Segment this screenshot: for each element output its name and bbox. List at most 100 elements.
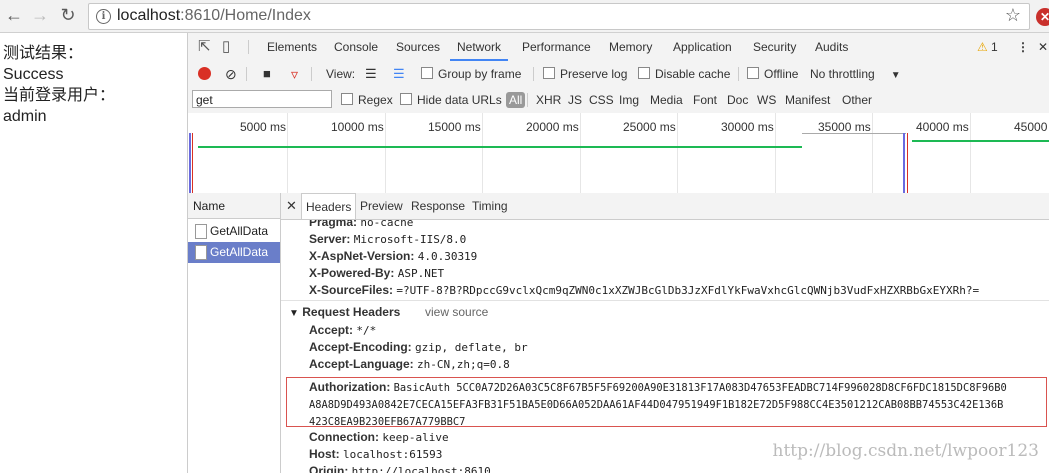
tab-network[interactable]: Network [450, 33, 509, 61]
type-filter-manifest[interactable]: Manifest [785, 87, 830, 113]
warning-icon[interactable]: ⚠ [977, 33, 988, 61]
reload-icon[interactable]: ↻ [57, 4, 79, 26]
waterfall-icon[interactable]: ☰ [393, 61, 405, 87]
type-filter-font[interactable]: Font [693, 87, 717, 113]
tab-console[interactable]: Console [334, 33, 378, 61]
close-devtools-icon[interactable]: ✕ [1038, 33, 1048, 61]
tab-elements[interactable]: Elements [267, 33, 317, 61]
header-key: Accept: [309, 323, 354, 337]
more-options-icon[interactable]: ⋮ [1017, 33, 1029, 61]
request-detail: ✕ Headers Preview Response Timing Pragma… [281, 193, 1049, 473]
timeline-tick: 40000 ms [916, 120, 969, 134]
result-value: Success [3, 66, 64, 83]
marker-line [189, 133, 191, 193]
request-bar [912, 140, 1049, 142]
back-arrow-icon[interactable]: ← [3, 4, 25, 26]
request-name: GetAllData [210, 245, 269, 259]
request-row[interactable]: GetAllData [188, 221, 280, 242]
forward-arrow-icon[interactable]: → [29, 4, 51, 26]
url-text[interactable]: localhost:8610/Home/Index [117, 7, 311, 25]
network-overview[interactable]: 5000 ms 10000 ms 15000 ms 20000 ms 25000… [188, 113, 1049, 194]
checkbox[interactable] [747, 67, 759, 79]
request-name: GetAllData [210, 224, 269, 238]
tab-preview[interactable]: Preview [360, 193, 403, 219]
header-row: Pragma: no-cache [309, 220, 979, 231]
type-filter-all[interactable]: All [506, 87, 526, 113]
header-key: Authorization: [309, 380, 391, 394]
header-value: Microsoft-IIS/8.0 [353, 233, 467, 246]
hide-data-urls-checkbox[interactable]: Hide data URLs [400, 87, 502, 113]
checkbox[interactable] [341, 93, 353, 105]
regex-checkbox[interactable]: Regex [341, 87, 393, 113]
tab-application[interactable]: Application [673, 33, 732, 61]
header-key: Accept-Encoding: [309, 340, 412, 354]
header-key: Accept-Language: [309, 357, 414, 371]
throttling-select[interactable]: No throttling ▼ [810, 61, 901, 87]
checkbox[interactable] [638, 67, 650, 79]
tab-security[interactable]: Security [753, 33, 796, 61]
devtools-tab-bar: ⇱ ▯ Elements Console Sources Network Per… [188, 33, 1049, 62]
divider [246, 67, 247, 81]
info-icon[interactable]: i [96, 9, 111, 24]
header-row: Accept-Language: zh-CN,zh;q=0.8 [309, 356, 528, 373]
document-icon [195, 245, 207, 260]
header-value: gzip, deflate, br [415, 341, 528, 354]
group-by-frame-checkbox[interactable]: Group by frame [421, 61, 521, 87]
offline-checkbox[interactable]: Offline [747, 61, 798, 87]
type-filter-img[interactable]: Img [619, 87, 639, 113]
name-column-header[interactable]: Name [188, 193, 280, 219]
filter-icon[interactable]: ▿ [291, 61, 298, 87]
divider [533, 67, 534, 81]
header-row: Accept: */* [309, 322, 528, 339]
user-value: admin [3, 108, 47, 125]
close-detail-icon[interactable]: ✕ [286, 193, 297, 219]
network-toolbar: ⊘ ■ ▿ View: ☰ ☰ Group by frame Preserve … [188, 61, 1049, 88]
type-filter-doc[interactable]: Doc [727, 87, 748, 113]
device-toolbar-icon[interactable]: ▯ [222, 33, 230, 61]
type-filter-xhr[interactable]: XHR [536, 87, 561, 113]
type-filter-js[interactable]: JS [568, 87, 582, 113]
divider [738, 67, 739, 81]
type-filter-css[interactable]: CSS [589, 87, 614, 113]
preserve-log-checkbox[interactable]: Preserve log [543, 61, 627, 87]
tab-audits[interactable]: Audits [815, 33, 848, 61]
document-icon [195, 224, 207, 239]
filter-input[interactable]: get [192, 90, 332, 108]
checkbox[interactable] [400, 93, 412, 105]
extension-icon[interactable]: ✕ [1036, 8, 1049, 26]
expand-triangle-icon: ▼ [289, 308, 299, 319]
request-row-selected[interactable]: GetAllData [188, 242, 280, 263]
tab-headers[interactable]: Headers [301, 193, 357, 219]
view-source-link[interactable]: view source [425, 304, 488, 321]
inspect-element-icon[interactable]: ⇱ [198, 33, 211, 61]
request-headers-section-header[interactable]: ▼ Request Headers [289, 304, 400, 321]
tab-timing[interactable]: Timing [472, 193, 508, 219]
tab-performance[interactable]: Performance [522, 33, 591, 61]
type-filter-other[interactable]: Other [842, 87, 872, 113]
browser-toolbar: ← → ↻ i localhost:8610/Home/Index ☆ ✕ [0, 0, 1049, 33]
header-key: Connection: [309, 430, 379, 444]
tab-memory[interactable]: Memory [609, 33, 652, 61]
tab-sources[interactable]: Sources [396, 33, 440, 61]
result-label: 测试结果： [3, 45, 84, 62]
bookmark-star-icon[interactable]: ☆ [1005, 5, 1021, 26]
group-by-frame-label: Group by frame [438, 67, 522, 81]
checkbox[interactable] [421, 67, 433, 79]
warning-count: 1 [991, 40, 998, 54]
clear-icon[interactable]: ⊘ [225, 61, 237, 87]
header-key: Origin: [309, 464, 349, 473]
type-filter-media[interactable]: Media [650, 87, 683, 113]
url-path: :8610/Home/Index [180, 7, 311, 24]
address-bar[interactable]: i localhost:8610/Home/Index ☆ [88, 3, 1030, 30]
tab-response[interactable]: Response [411, 193, 465, 219]
record-icon[interactable] [198, 67, 211, 80]
header-value: keep-alive [382, 431, 449, 444]
checkbox[interactable] [543, 67, 555, 79]
camera-icon[interactable]: ■ [263, 61, 271, 87]
header-key: X-AspNet-Version: [309, 249, 415, 263]
type-filter-ws[interactable]: WS [757, 87, 776, 113]
divider [527, 93, 528, 107]
large-rows-icon[interactable]: ☰ [365, 61, 377, 87]
disable-cache-checkbox[interactable]: Disable cache [638, 61, 730, 87]
header-key: X-SourceFiles: [309, 283, 394, 297]
